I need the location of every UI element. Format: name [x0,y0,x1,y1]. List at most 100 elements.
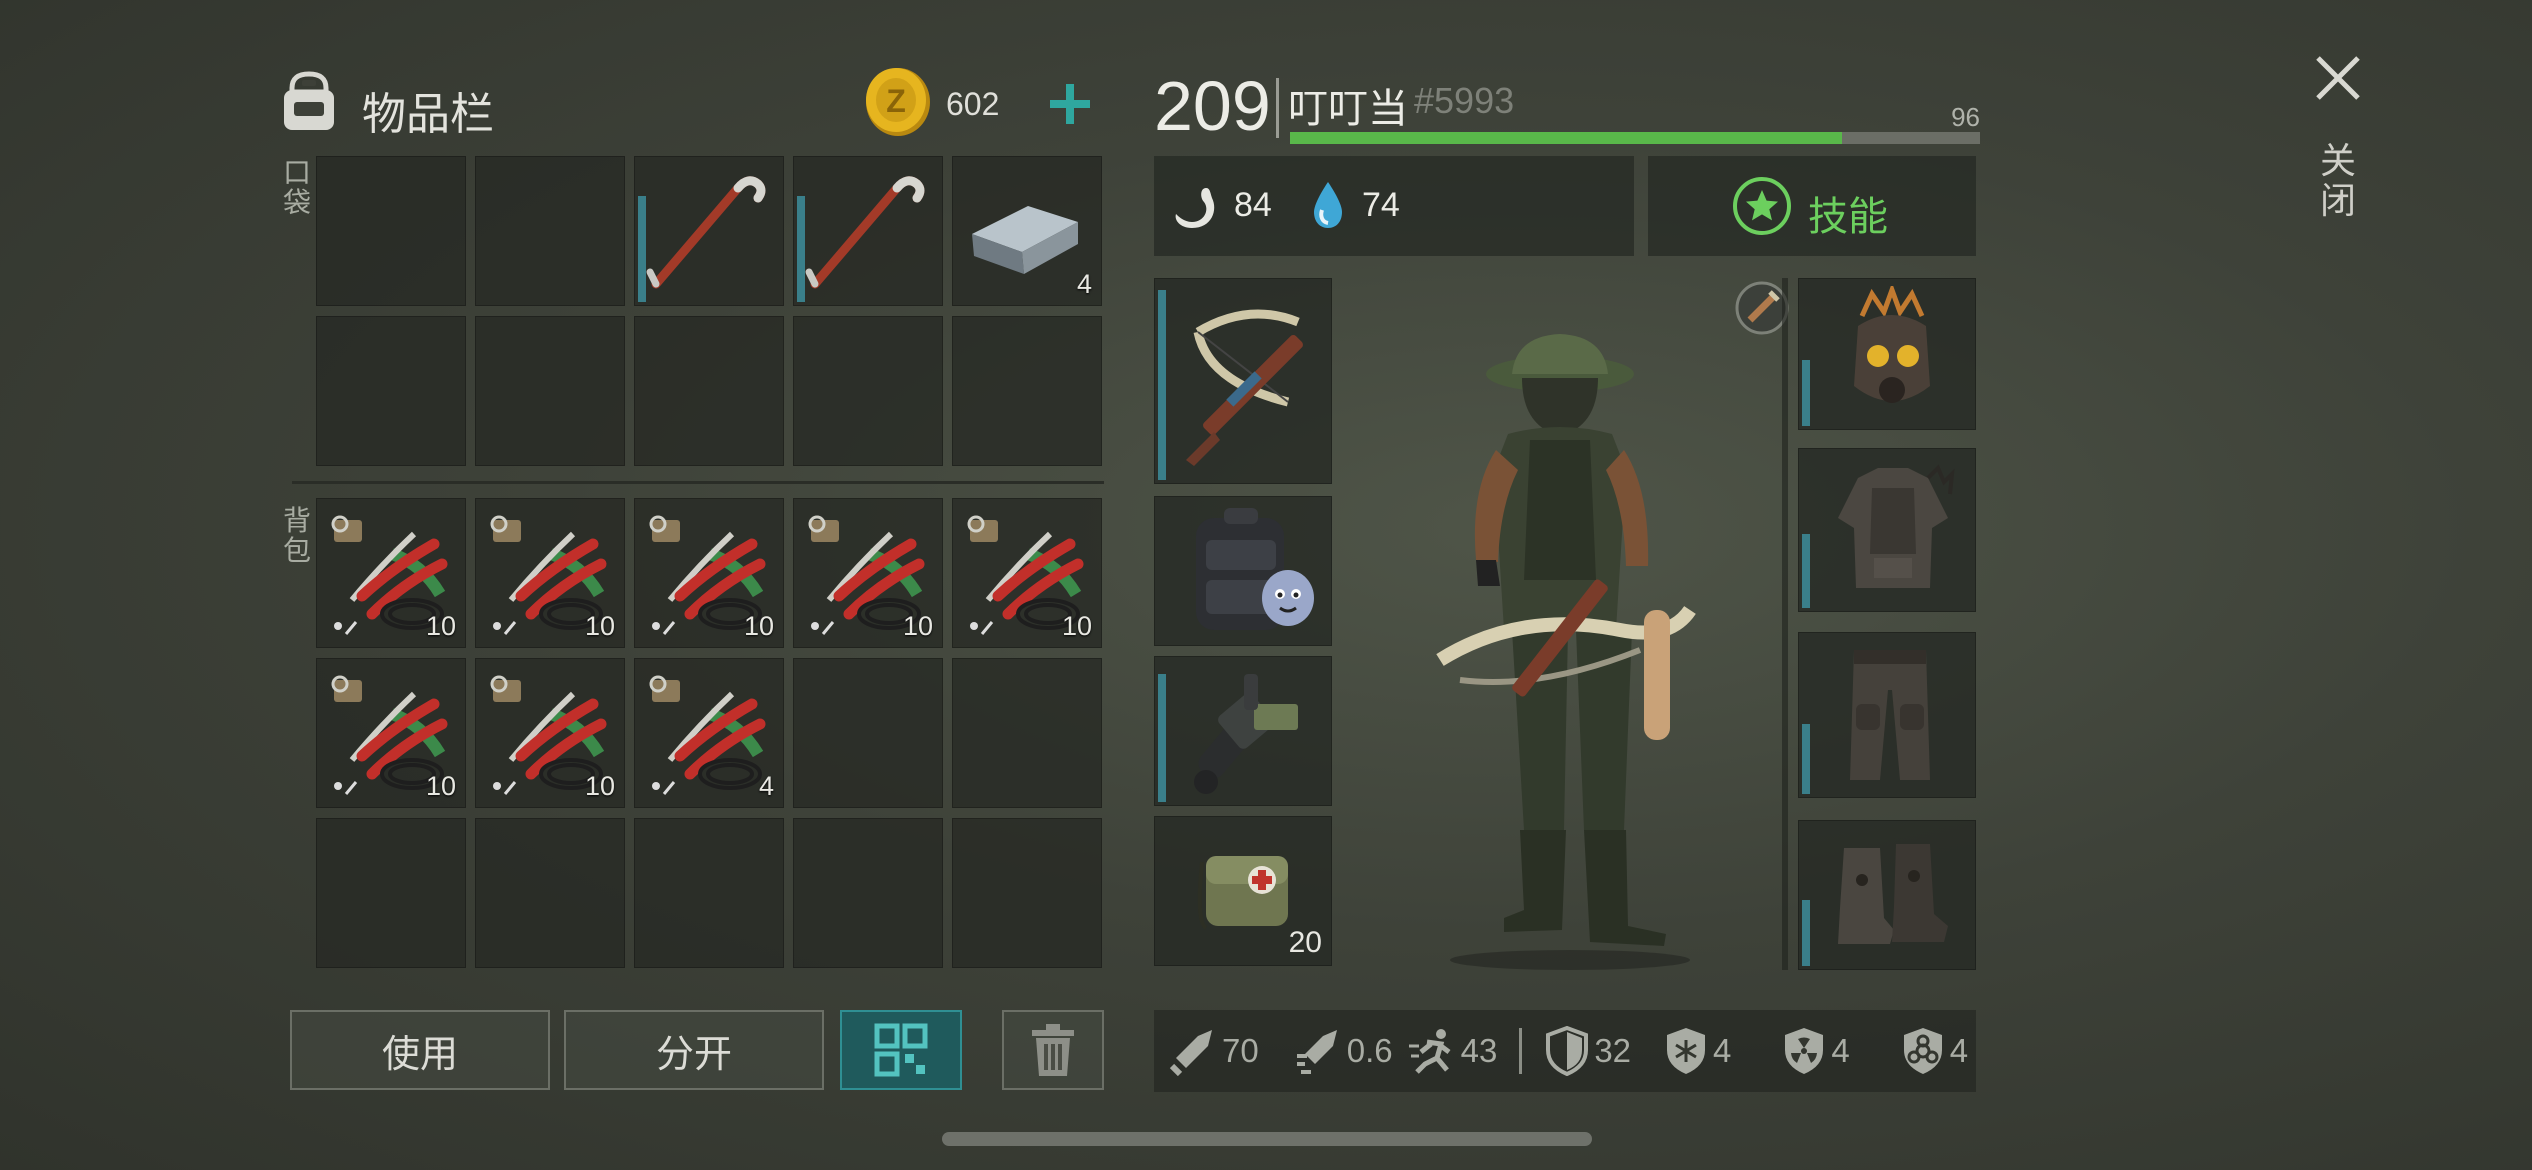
gas-mask-helmet-icon [1854,286,1930,403]
backpack-slot[interactable]: 10 [316,498,466,648]
pocket-slot[interactable] [475,316,625,466]
close-label: 关闭 [2319,141,2356,222]
backpack-slot[interactable] [475,818,625,968]
medkit-qty: 20 [1288,926,1322,959]
pocket-slot[interactable] [316,316,466,466]
backpack-slot[interactable] [793,658,943,808]
player-level: 209 [1154,67,1271,145]
stats-bar: 70 0.6 43 32 4 4 4 [1154,1010,1976,1092]
svg-text:Z: Z [886,83,906,119]
stats-separator [1519,1028,1523,1074]
armored-vest-icon [1838,464,1955,588]
pocket-slot[interactable] [475,156,625,306]
trash-icon [1032,1024,1074,1076]
backpack-slot[interactable]: 10 [952,498,1102,648]
item-quantity: 10 [584,611,615,641]
weapon-durability-bar [1158,290,1166,480]
pocket-slot[interactable] [316,156,466,306]
feet-slot[interactable] [1798,820,1976,970]
header-divider [1276,78,1279,138]
feet-durability-bar [1802,900,1810,966]
medkit-slot[interactable]: 20 [1154,816,1332,966]
crowbar-icon [799,162,929,296]
iron-ingot-icon [958,178,1088,292]
crossbow-icon [1186,309,1303,466]
armor-stat: 32 [1544,1026,1631,1076]
xp-bar-fill [1290,132,1842,144]
item-quantity: 10 [902,611,933,641]
pocket-slot[interactable] [793,316,943,466]
tool-slot[interactable] [1154,656,1332,806]
pocket-slot[interactable] [793,156,943,306]
move-speed-value: 43 [1460,1032,1498,1069]
cold-resist-stat: 4 [1663,1026,1731,1076]
head-slot[interactable] [1798,278,1976,430]
radiation-resist-stat: 4 [1781,1026,1850,1076]
inventory-title: 物品栏 [362,89,494,140]
item-quantity: 4 [758,771,774,801]
hunger-value: 84 [1234,186,1272,224]
bio-resist-stat: 4 [1900,1026,1968,1076]
item-quantity: 10 [1061,611,1092,641]
backpack-slot[interactable] [634,818,784,968]
pocket-label: 口袋 [282,156,311,219]
pocket-slot[interactable]: 4 [952,156,1102,306]
delete-button[interactable] [1002,1010,1104,1090]
thirst-value: 74 [1362,186,1400,224]
damage-stat: 70 [1168,1026,1259,1076]
close-icon [2316,56,2360,100]
damage-value: 70 [1222,1032,1259,1069]
bio-resist-value: 4 [1949,1032,1969,1069]
chainsaw-icon [1194,674,1298,794]
snowflake-shield-icon [1667,1028,1706,1074]
backpack-slot[interactable]: 10 [634,498,784,648]
water-drop-icon [1314,182,1342,228]
skills-button[interactable]: 技能 [1648,156,1976,256]
crowbar-icon [640,162,770,296]
item-quantity: 4 [1076,269,1092,299]
weapon-slot[interactable] [1154,278,1332,484]
tactical-backpack-icon [1196,508,1314,630]
inventory-header: 物品栏 Z 602 [278,66,1108,146]
backpack-slot[interactable] [793,818,943,968]
pocket-slot[interactable] [634,316,784,466]
body-slot[interactable] [1798,448,1976,612]
shield-icon [1546,1026,1589,1076]
radiation-resist-value: 4 [1831,1032,1850,1069]
backpack-slot[interactable]: 10 [793,498,943,648]
legs-durability-bar [1802,724,1810,794]
legs-slot[interactable] [1798,632,1976,798]
use-button[interactable]: 使用 [290,1010,550,1090]
radiation-shield-icon [1785,1028,1824,1074]
backpack-slot[interactable] [316,818,466,968]
backpack-icon [284,71,334,130]
backpack-slot[interactable]: 10 [316,658,466,808]
pocket-slot[interactable] [952,316,1102,466]
add-coins-button[interactable] [1046,80,1094,128]
body-durability-bar [1802,534,1810,608]
pocket-slot[interactable] [634,156,784,306]
vitals-panel: 84 74 [1154,156,1634,256]
xp-bar [1290,132,1980,144]
backpack-slot[interactable]: 4 [634,658,784,808]
armored-boots-icon [1838,844,1948,944]
character-header: 209 叮叮当 #5993 96 [1154,66,1980,156]
biohazard-shield-icon [1903,1028,1942,1074]
sword-icon [1169,1030,1212,1076]
home-indicator[interactable] [942,1132,1592,1146]
swift-sword-icon [1296,1030,1337,1074]
backpack-slot[interactable] [952,658,1102,808]
coin-icon: Z [866,68,930,136]
backpack-slot[interactable] [1154,496,1332,646]
attack-speed-stat: 0.6 [1293,1026,1393,1076]
player-name: 叮叮当 [1288,86,1408,132]
backpack-slot[interactable] [952,818,1102,968]
xp-value: 96 [1951,102,1980,132]
split-button[interactable]: 分开 [564,1010,824,1090]
backpack-slot[interactable]: 10 [475,498,625,648]
sort-grid-button[interactable] [840,1010,962,1090]
player-tag: #5993 [1414,80,1515,121]
backpack-slot[interactable]: 10 [475,658,625,808]
cold-resist-value: 4 [1713,1032,1732,1069]
close-button[interactable]: 关闭 [2300,46,2376,246]
